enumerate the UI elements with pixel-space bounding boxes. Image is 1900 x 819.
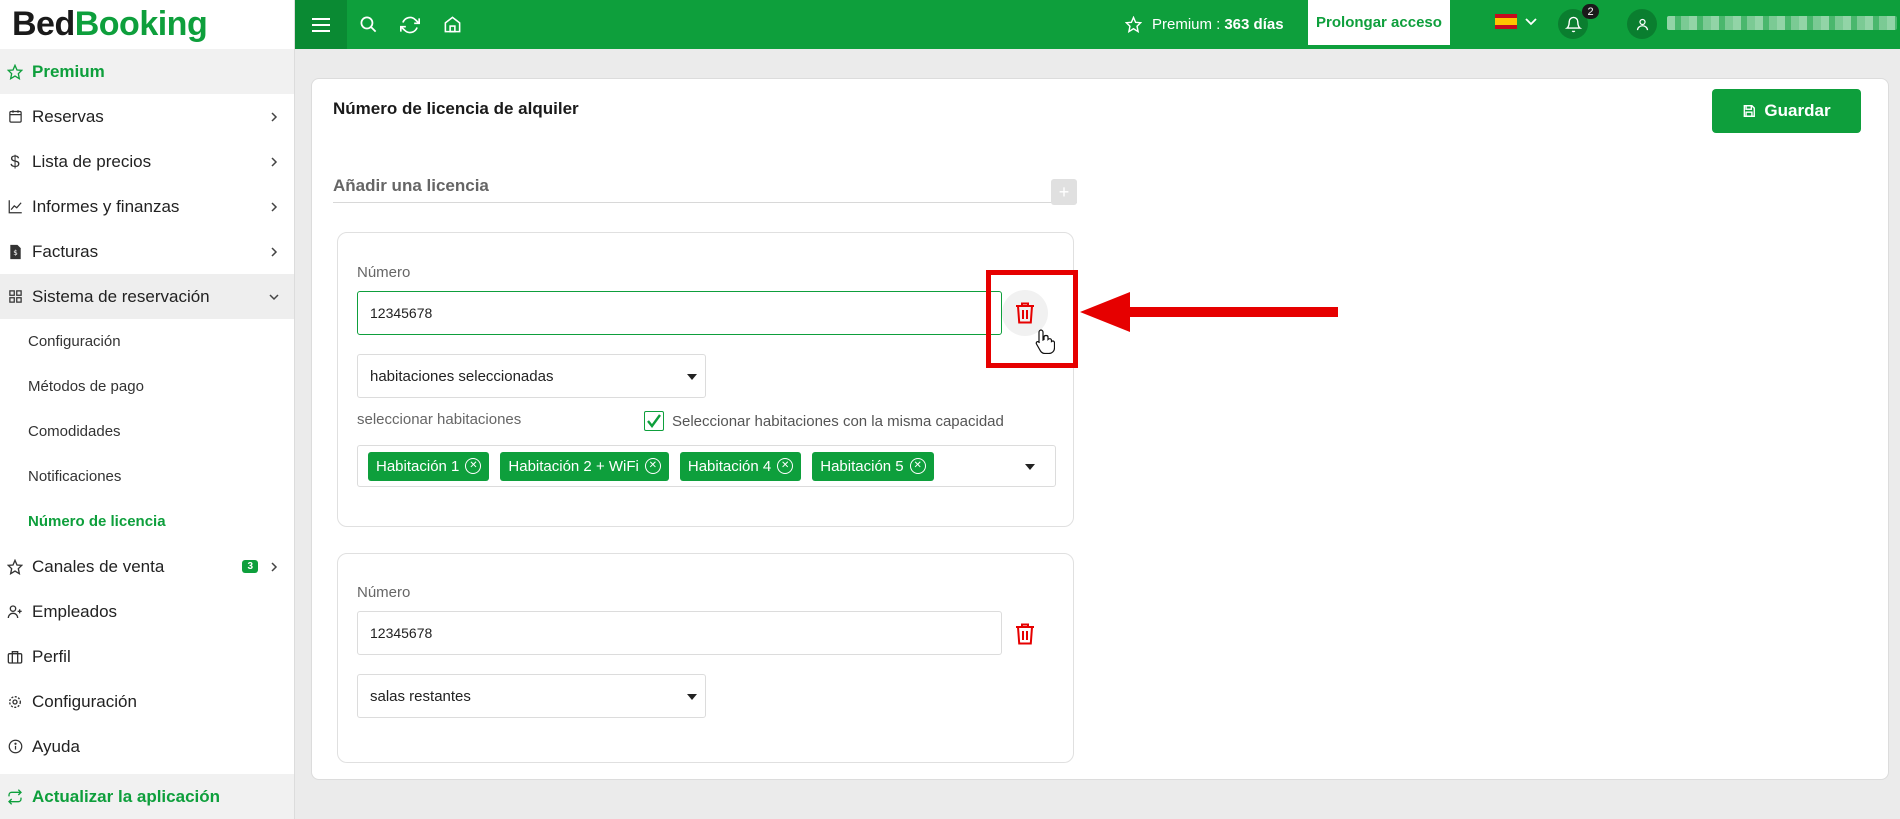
sidebar-item-configuracion[interactable]: Configuración — [0, 679, 294, 724]
hamburger-menu-button[interactable] — [295, 0, 347, 49]
menu-icon — [312, 17, 330, 32]
license-block: Número salas restantes — [337, 553, 1074, 763]
remove-tag-icon[interactable]: ✕ — [465, 458, 482, 474]
sidebar: Bed Booking Premium Reservas $ Lista de p… — [0, 0, 295, 819]
search-icon — [360, 16, 376, 33]
star-icon — [1125, 16, 1142, 33]
sidebar-item-empleados[interactable]: Empleados — [0, 589, 294, 634]
hand-cursor-icon — [1035, 328, 1056, 359]
remove-tag-icon[interactable]: ✕ — [644, 458, 661, 474]
add-license-label: Añadir una licencia — [333, 176, 489, 195]
add-license-button[interactable]: + — [1051, 179, 1077, 205]
sidebar-item-ayuda[interactable]: Ayuda — [0, 724, 294, 769]
premium-status: Premium :363 días — [1125, 0, 1284, 49]
trash-icon — [1016, 623, 1034, 645]
same-capacity-checkbox-row[interactable]: Seleccionar habitaciones con la misma ca… — [644, 411, 1004, 431]
home-icon — [444, 16, 460, 33]
refresh-icon — [6, 788, 24, 806]
license-scope-select[interactable]: salas restantes — [357, 674, 706, 718]
chevron-right-icon — [268, 246, 280, 258]
grid-icon — [6, 288, 24, 306]
number-label: Número — [357, 584, 411, 601]
floppy-disk-icon — [1744, 105, 1756, 117]
dollar-icon: $ — [10, 151, 20, 171]
app-logo[interactable]: Bed Booking — [0, 0, 294, 49]
refresh-icon — [400, 16, 420, 33]
chevron-down-icon[interactable] — [1524, 14, 1538, 33]
user-name-redacted[interactable] — [1667, 16, 1897, 30]
license-scope-select[interactable]: habitaciones seleccionadas — [357, 354, 706, 398]
prolongar-acceso-button[interactable]: Prolongar acceso — [1308, 0, 1450, 45]
add-license-row: Añadir una licencia + — [333, 171, 1077, 205]
gear-icon — [6, 693, 24, 711]
annotation-highlight-box — [986, 270, 1078, 368]
sidebar-subitem-metodos-pago[interactable]: Métodos de pago — [0, 364, 294, 409]
room-tag[interactable]: Habitación 4 ✕ — [679, 451, 802, 481]
number-label: Número — [357, 264, 411, 281]
chevron-right-icon — [268, 561, 280, 573]
page-title: Número de licencia de alquiler — [333, 99, 579, 118]
chevron-right-icon — [268, 111, 280, 123]
sidebar-item-precios[interactable]: $ Lista de precios — [0, 139, 294, 184]
refresh-button[interactable] — [389, 0, 431, 49]
license-block: Número habitaciones seleccionadas selecc… — [337, 232, 1074, 527]
home-button[interactable] — [431, 0, 473, 49]
notifications-count-badge: 2 — [1582, 4, 1599, 19]
sidebar-item-perfil[interactable]: Perfil — [0, 634, 294, 679]
user-icon — [1636, 18, 1648, 30]
delete-license-button[interactable] — [1002, 611, 1048, 657]
search-button[interactable] — [347, 0, 389, 49]
sidebar-item-premium[interactable]: Premium — [0, 49, 294, 94]
invoice-icon: $ — [6, 243, 24, 261]
star-icon — [6, 558, 24, 576]
sidebar-subitem-comodidades[interactable]: Comodidades — [0, 409, 294, 454]
select-rooms-label: seleccionar habitaciones — [357, 411, 522, 428]
svg-text:$: $ — [13, 248, 18, 257]
sidebar-item-informes[interactable]: Informes y finanzas — [0, 184, 294, 229]
annotation-arrow-icon — [1080, 290, 1340, 339]
caret-down-icon — [687, 374, 697, 380]
sidebar-item-update-app[interactable]: Actualizar la aplicación — [0, 774, 294, 819]
same-capacity-checkbox[interactable] — [644, 411, 664, 431]
top-bar: Premium :363 días Prolongar acceso 2 — [295, 0, 1900, 49]
sidebar-subitem-numero-licencia[interactable]: Número de licencia — [0, 499, 294, 544]
chevron-down-icon — [268, 291, 280, 303]
spain-flag-icon[interactable] — [1495, 14, 1517, 29]
room-tag[interactable]: Habitación 1 ✕ — [368, 451, 490, 481]
check-icon — [647, 414, 661, 428]
sidebar-item-sistema[interactable]: Sistema de reservación — [0, 274, 294, 319]
caret-down-icon[interactable] — [1025, 464, 1035, 470]
sidebar-subitem-notificaciones[interactable]: Notificaciones — [0, 454, 294, 499]
chevron-right-icon — [268, 201, 280, 213]
license-settings-card: Número de licencia de alquiler Guardar A… — [311, 78, 1889, 780]
sidebar-item-reservas[interactable]: Reservas — [0, 94, 294, 139]
user-avatar[interactable] — [1627, 9, 1657, 39]
sidebar-item-facturas[interactable]: $ Facturas — [0, 229, 294, 274]
room-tag[interactable]: Habitación 5 ✕ — [812, 451, 934, 481]
sidebar-subitem-configuracion[interactable]: Configuración — [0, 319, 294, 364]
user-plus-icon — [6, 603, 24, 621]
sidebar-item-canales[interactable]: Canales de venta 3 — [0, 544, 294, 589]
bell-icon — [1564, 16, 1582, 32]
info-icon — [6, 738, 24, 756]
channels-count-badge: 3 — [242, 560, 258, 573]
chart-icon — [6, 198, 24, 216]
star-icon — [6, 63, 24, 81]
plus-icon: + — [1058, 181, 1070, 202]
remove-tag-icon[interactable]: ✕ — [909, 458, 926, 474]
remove-tag-icon[interactable]: ✕ — [777, 458, 794, 474]
license-number-input[interactable] — [357, 611, 1002, 655]
chevron-right-icon — [268, 156, 280, 168]
rooms-multiselect[interactable]: Habitación 1 ✕ Habitación 2 + WiFi ✕ Habit… — [357, 445, 1056, 487]
license-number-input[interactable] — [357, 291, 1002, 335]
calendar-icon — [6, 108, 24, 126]
caret-down-icon — [687, 694, 697, 700]
room-tag[interactable]: Habitación 2 + WiFi ✕ — [500, 451, 669, 481]
briefcase-icon — [6, 648, 24, 666]
save-button[interactable]: Guardar — [1712, 89, 1861, 133]
